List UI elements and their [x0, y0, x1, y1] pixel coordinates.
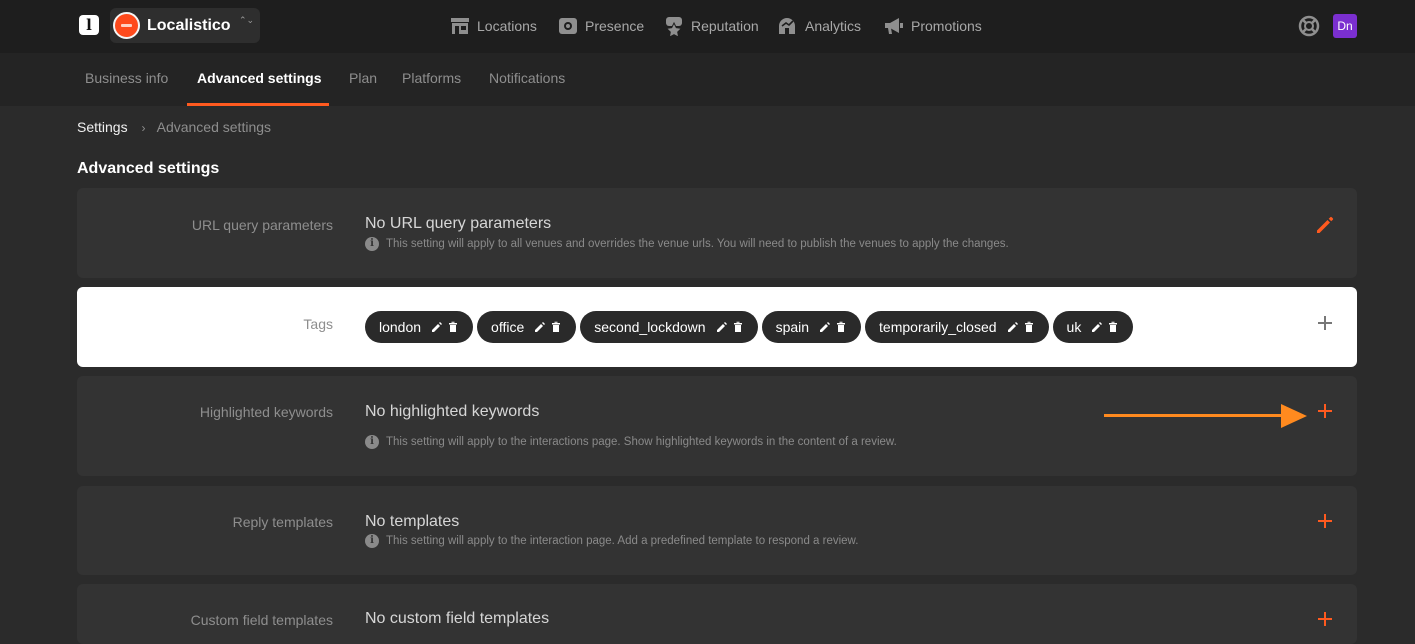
setting-label: Custom field templates	[190, 612, 333, 628]
page-title: Advanced settings	[77, 160, 220, 177]
tag-chip[interactable]: uk	[1052, 311, 1134, 343]
setting-hint: i This setting will apply to the interac…	[365, 534, 858, 548]
custom-field-templates-card: Custom field templates No custom field t…	[77, 584, 1357, 644]
annotation-arrow-line	[1104, 414, 1284, 417]
setting-hint: i This setting will apply to the interac…	[365, 435, 897, 449]
nav-label: Analytics	[805, 18, 862, 34]
trash-icon[interactable]	[835, 321, 847, 333]
nav-label: Locations	[477, 18, 537, 34]
reputation-icon	[665, 17, 683, 36]
info-icon: i	[365, 435, 379, 449]
account-avatar	[113, 12, 140, 39]
info-icon: i	[365, 237, 379, 251]
nav-item-promotions[interactable]: Promotions	[883, 14, 982, 38]
setting-label: Highlighted keywords	[199, 404, 333, 420]
pencil-icon[interactable]	[716, 321, 728, 333]
setting-value: No URL query parameters	[365, 215, 552, 232]
breadcrumb-settings-link[interactable]: Settings	[77, 119, 128, 135]
pencil-icon[interactable]	[534, 321, 546, 333]
trash-icon[interactable]	[1023, 321, 1035, 333]
setting-value: No highlighted keywords	[365, 403, 540, 420]
annotation-arrow-head	[1281, 404, 1307, 428]
presence-icon	[559, 18, 577, 34]
setting-label: Tags	[303, 316, 333, 332]
megaphone-icon	[885, 18, 903, 34]
account-name: Localistico	[147, 17, 231, 34]
analytics-icon	[779, 18, 795, 34]
tab-plan[interactable]: Plan	[349, 53, 377, 106]
tag-label: second_lockdown	[594, 319, 706, 335]
account-switcher[interactable]: Localistico ⌃⌄	[110, 8, 260, 43]
chevron-right-icon: ›	[141, 121, 146, 135]
nav-item-locations[interactable]: Locations	[449, 14, 537, 38]
settings-subnav: Business info Advanced settings Plan Pla…	[0, 53, 1415, 106]
tag-label: spain	[775, 319, 810, 335]
setting-value: No custom field templates	[365, 610, 550, 627]
nav-item-reputation[interactable]: Reputation	[663, 14, 759, 38]
user-avatar[interactable]: Dn	[1333, 14, 1357, 38]
hint-text: This setting will apply to all venues an…	[386, 238, 1009, 250]
nav-item-analytics[interactable]: Analytics	[777, 14, 861, 38]
setting-hint: i This setting will apply to all venues …	[365, 237, 1009, 251]
add-keyword-plus-icon[interactable]	[1314, 400, 1336, 422]
trash-icon[interactable]	[550, 321, 562, 333]
tag-label: temporarily_closed	[879, 319, 997, 335]
nav-label: Reputation	[691, 18, 759, 34]
tab-platforms[interactable]: Platforms	[402, 53, 461, 106]
tags-list: london office second_lockdown spain temp…	[365, 311, 1134, 343]
setting-value: No templates	[365, 513, 460, 530]
tag-chip[interactable]: spain	[761, 311, 862, 343]
app-logo[interactable]: l	[79, 15, 99, 35]
pencil-icon[interactable]	[819, 321, 831, 333]
nav-item-presence[interactable]: Presence	[557, 14, 644, 38]
reply-templates-card: Reply templates No templates i This sett…	[77, 486, 1357, 575]
top-bar: l Localistico ⌃⌄ Locations Presence Repu…	[0, 0, 1415, 53]
info-icon: i	[365, 534, 379, 548]
tab-advanced-settings[interactable]: Advanced settings	[186, 53, 331, 106]
tag-chip[interactable]: office	[477, 311, 577, 343]
tag-label: office	[491, 319, 525, 335]
add-tag-plus-icon[interactable]	[1314, 312, 1336, 334]
tag-chip[interactable]: second_lockdown	[580, 311, 758, 343]
tab-business-info[interactable]: Business info	[85, 53, 168, 106]
help-lifebuoy-icon[interactable]	[1298, 15, 1320, 37]
url-query-params-card: URL query parameters No URL query parame…	[77, 188, 1357, 278]
tag-chip[interactable]: london	[365, 311, 474, 343]
add-custom-field-plus-icon[interactable]	[1314, 608, 1336, 630]
tab-notifications[interactable]: Notifications	[489, 53, 565, 106]
tags-card: Tags london office second_lockdown spain…	[77, 287, 1357, 367]
breadcrumb-current: Advanced settings	[156, 119, 272, 135]
tag-chip[interactable]: temporarily_closed	[865, 311, 1049, 343]
nav-label: Promotions	[911, 18, 982, 34]
tag-label: london	[379, 319, 422, 335]
chevron-up-down-icon: ⌃⌄	[239, 15, 255, 25]
pencil-icon[interactable]	[1314, 214, 1336, 236]
nav-label: Presence	[585, 18, 645, 34]
pencil-icon[interactable]	[1007, 321, 1019, 333]
pencil-icon[interactable]	[1091, 321, 1103, 333]
setting-label: URL query parameters	[191, 217, 333, 233]
pencil-icon[interactable]	[431, 321, 443, 333]
trash-icon[interactable]	[447, 321, 459, 333]
breadcrumb: Settings › Advanced settings	[77, 119, 271, 135]
trash-icon[interactable]	[1107, 321, 1119, 333]
setting-label: Reply templates	[232, 514, 333, 530]
hint-text: This setting will apply to the interacti…	[386, 436, 897, 448]
trash-icon[interactable]	[732, 321, 744, 333]
hint-text: This setting will apply to the interacti…	[386, 535, 859, 547]
tag-label: uk	[1066, 319, 1082, 335]
highlighted-keywords-card: Highlighted keywords No highlighted keyw…	[77, 376, 1357, 476]
add-template-plus-icon[interactable]	[1314, 510, 1336, 532]
store-icon	[451, 18, 469, 34]
